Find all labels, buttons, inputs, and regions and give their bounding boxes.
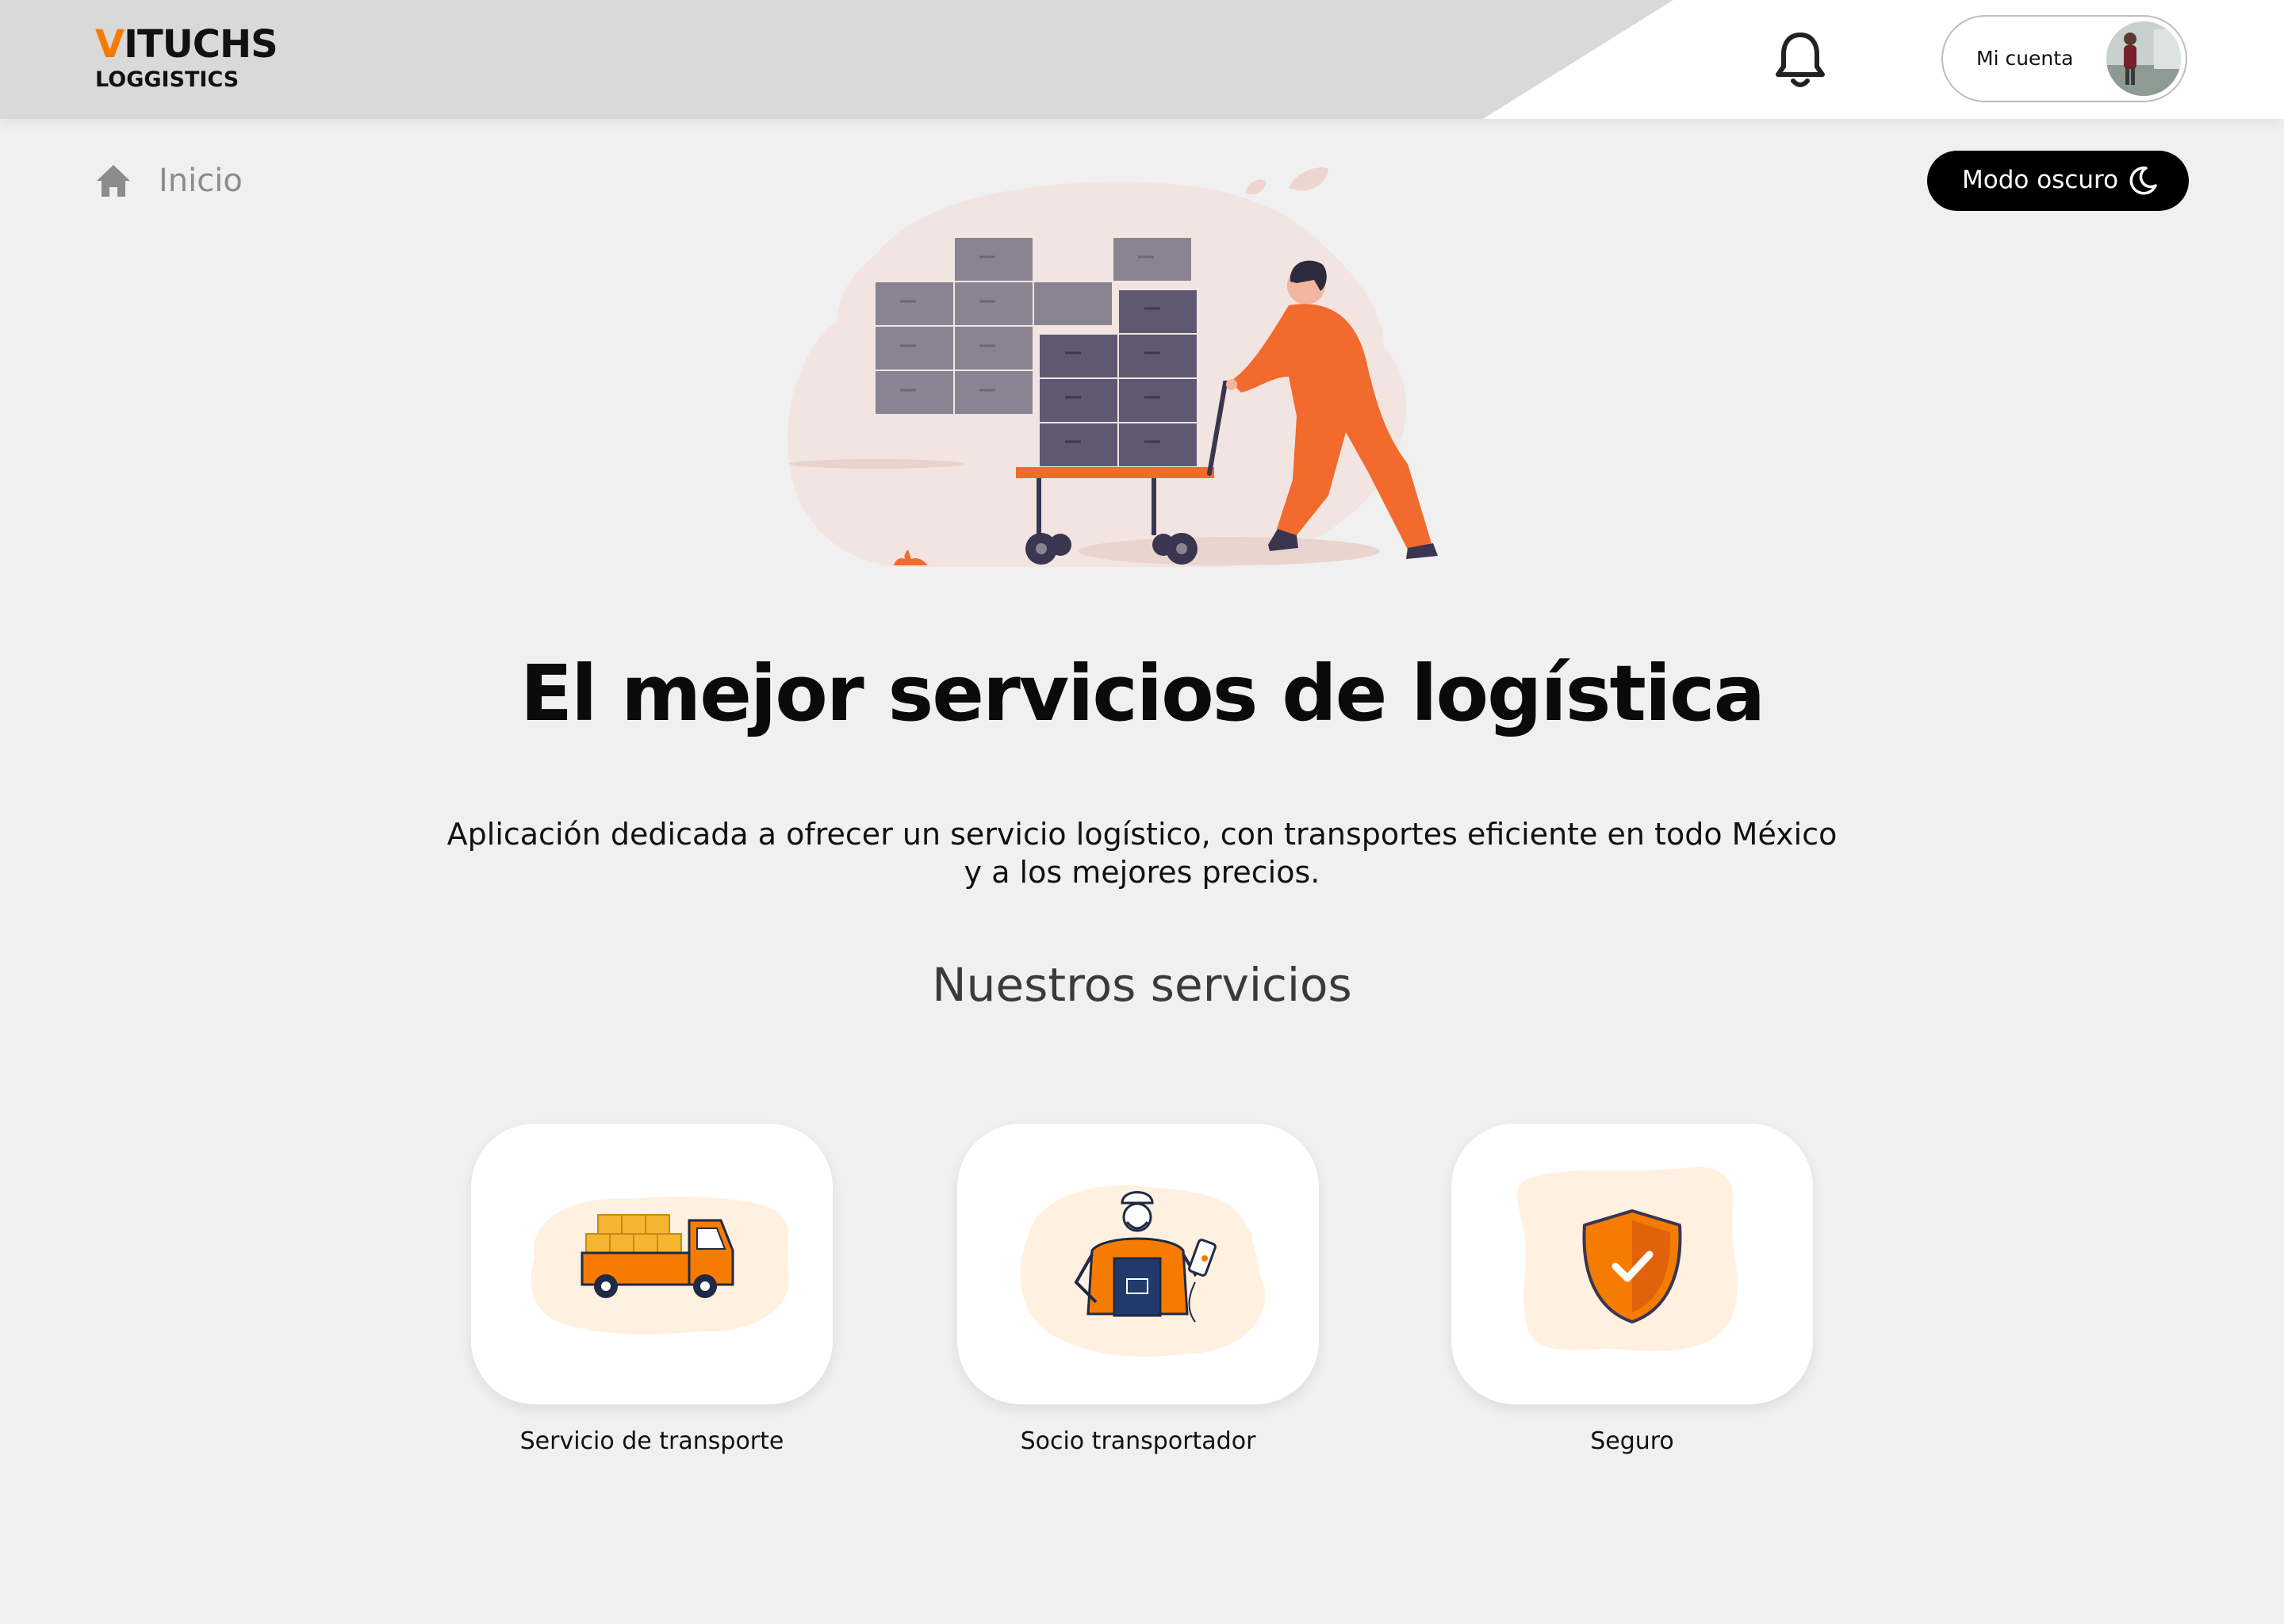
logo-wordmark: VITUCHS xyxy=(95,21,278,68)
account-button[interactable]: Mi cuenta xyxy=(1941,15,2187,102)
shield-check-icon xyxy=(1517,1166,1738,1352)
brand-logo[interactable]: VITUCHS LOGGISTICS xyxy=(95,21,278,92)
service-label-transport: Servicio de transporte xyxy=(519,1427,784,1455)
worker-pushing-boxes-illustration xyxy=(788,167,1438,567)
logo-accent-letter: V xyxy=(95,22,125,67)
delivery-truck-icon xyxy=(531,1197,790,1335)
logo-name: ITUCHS xyxy=(124,22,278,67)
dark-mode-label: Modo oscuro xyxy=(1962,166,2119,194)
moon-icon xyxy=(2129,167,2157,195)
page-description: Aplicación dedicada a ofrecer un servici… xyxy=(446,817,1838,890)
bell-icon[interactable] xyxy=(1774,30,1826,90)
top-header: VITUCHS LOGGISTICS Mi cuenta xyxy=(0,0,2284,119)
breadcrumb[interactable]: Inicio xyxy=(95,157,243,205)
dark-mode-button[interactable]: Modo oscuro xyxy=(1927,151,2189,211)
logo-subtitle: LOGGISTICS xyxy=(95,67,240,92)
page-headline: El mejor servicios de logística xyxy=(519,649,1765,738)
service-card-insurance[interactable] xyxy=(1451,1124,1813,1404)
worker-icon xyxy=(1020,1185,1266,1357)
user-avatar xyxy=(2106,21,2181,96)
services-title: Nuestros servicios xyxy=(932,958,1352,1012)
breadcrumb-home-label: Inicio xyxy=(159,163,243,199)
service-card-partner[interactable] xyxy=(957,1124,1319,1404)
home-icon xyxy=(97,165,130,197)
service-card-transport[interactable] xyxy=(471,1124,833,1404)
service-label-insurance: Seguro xyxy=(1590,1427,1674,1455)
service-label-partner: Socio transportador xyxy=(1020,1427,1256,1455)
account-label: Mi cuenta xyxy=(1976,47,2074,70)
